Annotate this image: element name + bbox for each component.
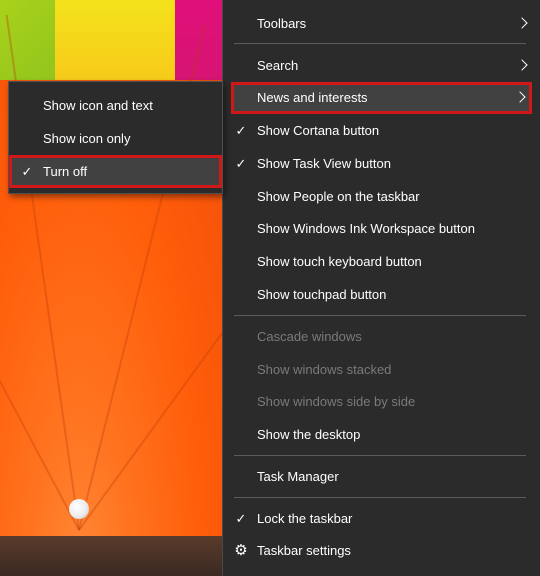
- menu-item-lock-the-taskbar[interactable]: ✓ Lock the taskbar: [223, 503, 540, 535]
- menu-item-show-task-view-button[interactable]: ✓ Show Task View button: [223, 148, 540, 180]
- gear-icon: ⚙: [234, 542, 248, 559]
- checkmark-icon: ✓: [21, 164, 33, 179]
- checkmark-icon: ✓: [235, 156, 247, 171]
- wallpaper-shadow: [0, 536, 222, 576]
- menu-item-label: Show icon only: [43, 131, 131, 146]
- checkmark-icon: ✓: [235, 511, 247, 526]
- menu-item-show-the-desktop[interactable]: Show the desktop: [223, 419, 540, 451]
- menu-separator: [234, 455, 526, 456]
- taskbar-context-menu: Toolbars Search News and interests ✓ Sho…: [222, 0, 540, 576]
- menu-item-label: Show Task View button: [257, 156, 391, 171]
- menu-item-show-touch-keyboard[interactable]: Show touch keyboard button: [223, 246, 540, 278]
- menu-item-task-manager[interactable]: Task Manager: [223, 461, 540, 493]
- menu-item-label: News and interests: [257, 90, 368, 105]
- menu-item-show-windows-ink[interactable]: Show Windows Ink Workspace button: [223, 213, 540, 245]
- checkmark-icon: ✓: [235, 123, 247, 138]
- menu-item-show-people[interactable]: Show People on the taskbar: [223, 181, 540, 213]
- submenu-item-turn-off[interactable]: ✓ Turn off: [9, 155, 222, 188]
- menu-item-cascade-windows: Cascade windows: [223, 321, 540, 353]
- submenu-item-show-icon-only[interactable]: Show icon only: [9, 123, 222, 155]
- news-and-interests-submenu: Show icon and text Show icon only ✓ Turn…: [8, 81, 223, 194]
- menu-item-label: Taskbar settings: [257, 543, 351, 558]
- menu-item-show-windows-side-by-side: Show windows side by side: [223, 386, 540, 418]
- menu-item-label: Lock the taskbar: [257, 511, 353, 526]
- menu-separator: [234, 315, 526, 316]
- screen: Toolbars Search News and interests ✓ Sho…: [0, 0, 540, 576]
- chevron-right-icon: [516, 59, 528, 71]
- menu-item-label: Show touchpad button: [257, 287, 387, 302]
- wallpaper-yellow-area: [55, 0, 180, 90]
- menu-item-label: Show windows stacked: [257, 362, 392, 377]
- umbrella-knob: [69, 499, 89, 519]
- menu-item-search[interactable]: Search: [223, 50, 540, 82]
- menu-item-label: Search: [257, 58, 299, 73]
- menu-item-label: Show Windows Ink Workspace button: [257, 221, 475, 236]
- menu-item-toolbars[interactable]: Toolbars: [223, 8, 540, 40]
- menu-item-news-and-interests[interactable]: News and interests: [231, 82, 532, 114]
- menu-item-label: Cascade windows: [257, 329, 362, 344]
- menu-item-label: Show Cortana button: [257, 123, 380, 138]
- submenu-item-show-icon-and-text[interactable]: Show icon and text: [9, 90, 222, 122]
- chevron-right-icon: [514, 91, 526, 103]
- menu-separator: [234, 497, 526, 498]
- menu-item-taskbar-settings[interactable]: ⚙ Taskbar settings: [223, 535, 540, 567]
- menu-item-label: Toolbars: [257, 16, 307, 31]
- menu-item-label: Show windows side by side: [257, 394, 416, 409]
- menu-item-show-cortana-button[interactable]: ✓ Show Cortana button: [223, 115, 540, 147]
- menu-item-label: Turn off: [43, 164, 88, 179]
- menu-item-show-touchpad[interactable]: Show touchpad button: [223, 279, 540, 311]
- menu-item-label: Show icon and text: [43, 98, 153, 113]
- menu-item-label: Show the desktop: [257, 427, 361, 442]
- menu-item-show-windows-stacked: Show windows stacked: [223, 354, 540, 386]
- menu-item-label: Task Manager: [257, 469, 339, 484]
- menu-item-label: Show touch keyboard button: [257, 254, 422, 269]
- menu-separator: [234, 43, 526, 44]
- menu-item-label: Show People on the taskbar: [257, 189, 420, 204]
- chevron-right-icon: [516, 17, 528, 29]
